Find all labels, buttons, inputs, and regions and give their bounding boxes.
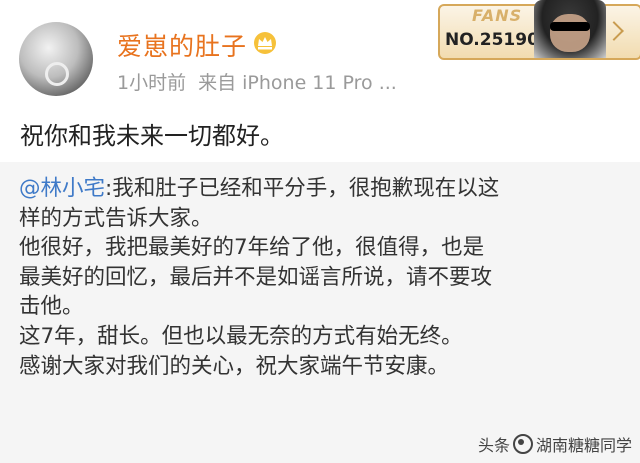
mention-link[interactable]: @林小宅 bbox=[19, 176, 105, 201]
watermark-prefix: 头条 bbox=[478, 436, 511, 455]
at-icon bbox=[513, 434, 534, 454]
username[interactable]: 爱崽的肚子 bbox=[117, 27, 247, 63]
fans-label: FANS bbox=[472, 6, 523, 25]
crown-icon bbox=[254, 32, 276, 54]
post-text: 祝你和我未来一切都好。 bbox=[20, 122, 284, 150]
watermark-author: 湖南糖糖同学 bbox=[536, 436, 633, 455]
repost-line: 他很好，我把最美好的7年给了他，很值得，也是 bbox=[19, 235, 485, 261]
watermark: 头条 湖南糖糖同学 bbox=[478, 432, 632, 456]
fans-avatar bbox=[534, 0, 606, 58]
post-source[interactable]: 来自 iPhone 11 Pro ... bbox=[198, 72, 397, 94]
repost-line: 样的方式告诉大家。 bbox=[19, 205, 213, 231]
post-meta: 1小时前 来自 iPhone 11 Pro ... bbox=[117, 68, 397, 95]
repost-text: :我和肚子已经和平分手，很抱歉现在以这 bbox=[105, 176, 500, 201]
repost-line: 最美好的回忆，最后并不是如谣言所说，请不要攻 bbox=[19, 264, 493, 290]
repost-body: @林小宅:我和肚子已经和平分手，很抱歉现在以这 样的方式告诉大家。 他很好，我把… bbox=[19, 174, 624, 381]
repost-line: 击他。 bbox=[19, 294, 84, 320]
repost-line: @林小宅:我和肚子已经和平分手，很抱歉现在以这 bbox=[19, 174, 624, 204]
post-time: 1小时前 bbox=[117, 72, 187, 94]
avatar[interactable] bbox=[19, 22, 93, 96]
repost-line: 这7年，甜长。但也以最无奈的方式有始无终。 bbox=[19, 323, 463, 349]
repost-line: 感谢大家对我们的关心，祝大家端午节安康。 bbox=[19, 353, 450, 379]
